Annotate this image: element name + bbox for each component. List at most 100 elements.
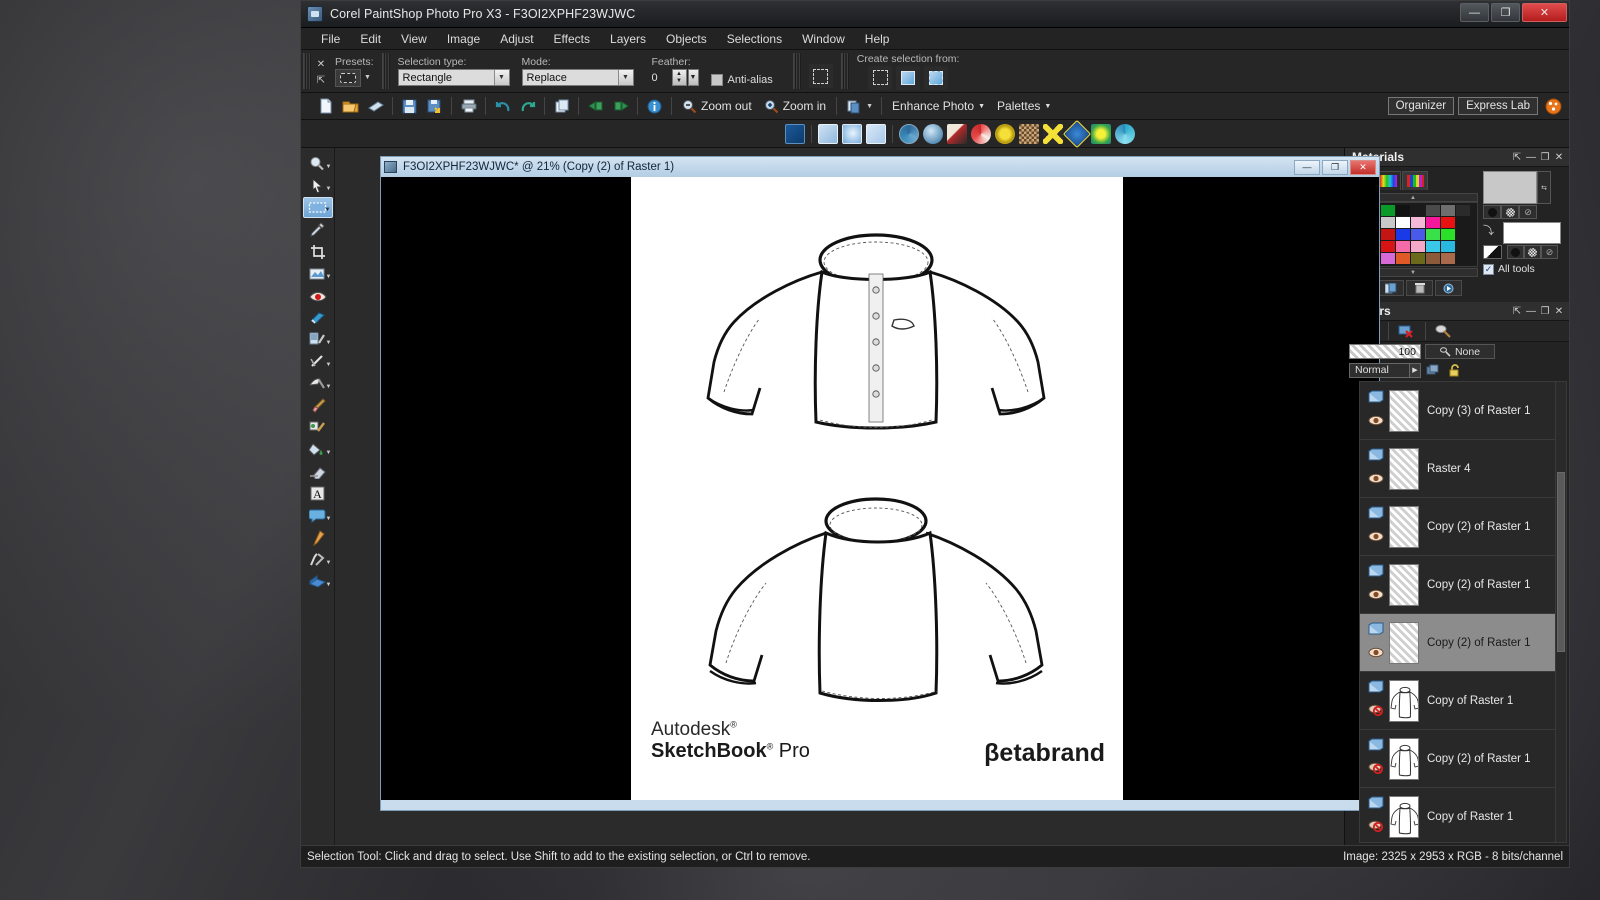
swatch-10[interactable] [1381,217,1395,228]
background-material-swatch[interactable] [1503,222,1561,244]
layer-lock-button[interactable] [1446,363,1463,377]
effect-illumination-icon[interactable] [1062,119,1092,148]
swatch-18[interactable] [1381,229,1395,240]
swatch-20[interactable] [1411,229,1425,240]
effect-plain-icon[interactable] [818,123,838,144]
tool-straighten[interactable]: ▼ [303,263,333,284]
revert-icon[interactable] [583,95,608,117]
layers-list[interactable]: Copy (3) of Raster 1 Raster 4 Copy (2) of … [1359,381,1567,843]
flip-icon[interactable] [608,95,633,117]
tool-zoom-chevron-icon[interactable]: ▼ [326,164,332,170]
menu-help[interactable]: Help [855,30,900,48]
selection-from-vector-button[interactable] [868,65,893,90]
feather-stepper[interactable]: 0 ▲ ▼ ▼ [652,69,699,86]
layer-row[interactable]: Copy (2) of Raster 1 [1360,614,1566,672]
effect-geometric-icon[interactable] [1043,123,1063,144]
materials-minimize-icon[interactable]: — [1524,152,1538,163]
material-delete-button[interactable] [1406,280,1433,296]
layers-close-icon[interactable]: ✕ [1552,306,1566,317]
tool-scratch-chevron-icon[interactable]: ▼ [326,362,332,368]
edit-selection-button[interactable] [808,64,833,88]
bg-pattern-button[interactable] [1524,245,1541,259]
presets-button[interactable] [335,68,361,87]
enhance-photo-menu[interactable]: Enhance Photo ▼ [886,99,991,113]
layer-visible-eye-icon[interactable] [1368,471,1384,489]
organizer-button[interactable]: Organizer [1387,97,1455,115]
document-maximize-button[interactable]: ❐ [1322,159,1348,175]
tool-eraser[interactable] [303,461,333,482]
menu-window[interactable]: Window [792,30,855,48]
layer-row[interactable]: Copy (3) of Raster 1 [1360,382,1566,440]
bg-color-button[interactable] [1507,245,1524,259]
layers-scrollbar[interactable] [1555,382,1566,842]
selection-type-dropdown[interactable]: Rectangle ▼ [397,69,510,86]
materials-tab-swatches[interactable] [1402,171,1428,190]
menu-edit[interactable]: Edit [350,30,391,48]
options-close-icon[interactable]: ✕ [317,59,325,70]
swatch-14[interactable] [1441,217,1455,228]
express-lab-button[interactable]: Express Lab [1458,97,1538,115]
tool-text[interactable]: A [303,483,333,504]
blend-mode-chevron-icon[interactable]: ▶ [1409,363,1420,377]
tool-dodge-chevron-icon[interactable]: ▼ [326,384,332,390]
fg-color-button[interactable] [1483,205,1501,219]
layer-row[interactable]: Copy of Raster 1 [1360,788,1566,842]
material-side-buttons[interactable]: ⇆ [1537,171,1551,204]
tool-pick-chevron-icon[interactable]: ▼ [326,186,332,192]
layers-pin-icon[interactable]: ⇱ [1510,306,1524,317]
options-pin-icon[interactable]: ⇱ [317,75,325,86]
tool-shape-chevron-icon[interactable]: ▼ [326,516,332,522]
undo-icon[interactable] [490,95,515,117]
menu-adjust[interactable]: Adjust [490,30,543,48]
swatch-30[interactable] [1441,241,1455,252]
tool-dropper[interactable] [303,219,333,240]
layers-minimize-icon[interactable]: — [1524,306,1538,317]
tool-paint-brush[interactable] [303,395,333,416]
tool-clone-chevron-icon[interactable]: ▼ [326,340,332,346]
group-grip-2[interactable] [792,53,801,89]
material-settings-button[interactable] [1435,280,1462,296]
swatch-11[interactable] [1396,217,1410,228]
effect-art-media-icon[interactable] [923,123,943,144]
bg-null-button[interactable]: ⊘ [1541,245,1558,259]
maximize-button[interactable]: ❐ [1491,3,1520,22]
layer-row[interactable]: Copy (2) of Raster 1 [1360,498,1566,556]
tool-zoom[interactable]: ▼ [303,153,333,174]
effect-glow-icon[interactable] [842,123,862,144]
layer-hidden-eye-icon[interactable] [1368,819,1384,837]
material-swap-arrow-icon[interactable]: ⤵ [1483,222,1503,244]
menu-view[interactable]: View [391,30,437,48]
materials-pin-icon[interactable]: ⇱ [1510,152,1524,163]
swatch-21[interactable] [1426,229,1440,240]
swatch-19[interactable] [1396,229,1410,240]
document-close-button[interactable]: ✕ [1350,159,1376,175]
tool-fill-chevron-icon[interactable]: ▼ [326,450,332,456]
zoom-out-button[interactable]: Zoom out [676,99,758,114]
delete-layer-button[interactable] [1396,323,1418,340]
print-icon[interactable] [456,95,481,117]
layer-visible-eye-icon[interactable] [1368,645,1384,663]
swatch-3[interactable] [1396,205,1410,216]
swatch-29[interactable] [1426,241,1440,252]
mode-chevron-down-icon[interactable]: ▼ [617,70,633,85]
materials-maximize-icon[interactable]: ❐ [1538,152,1552,163]
blend-ranges-button[interactable]: None [1425,344,1495,359]
script-editor-icon[interactable] [785,123,805,144]
image-canvas[interactable]: Autodesk® SketchBook® Pro βetabrand [631,177,1123,800]
layer-visible-eye-icon[interactable] [1368,413,1384,431]
swatch-2[interactable] [1381,205,1395,216]
group-grip-1[interactable] [381,53,390,89]
tool-pen[interactable] [303,527,333,548]
fg-pattern-button[interactable] [1501,205,1519,219]
feather-dropdown-icon[interactable]: ▼ [687,69,699,86]
swatch-13[interactable] [1426,217,1440,228]
new-file-icon[interactable] [313,95,338,117]
swatch-31[interactable] [1456,241,1470,252]
swatch-27[interactable] [1396,241,1410,252]
palettes-chevron-down-icon[interactable]: ▼ [1044,103,1051,110]
effect-3d-icon[interactable] [899,123,919,144]
swatch-22[interactable] [1441,229,1455,240]
swatch-23[interactable] [1456,229,1470,240]
presets-chevron-down-icon[interactable]: ▼ [364,74,371,81]
effect-texture-icon[interactable] [1019,123,1039,144]
